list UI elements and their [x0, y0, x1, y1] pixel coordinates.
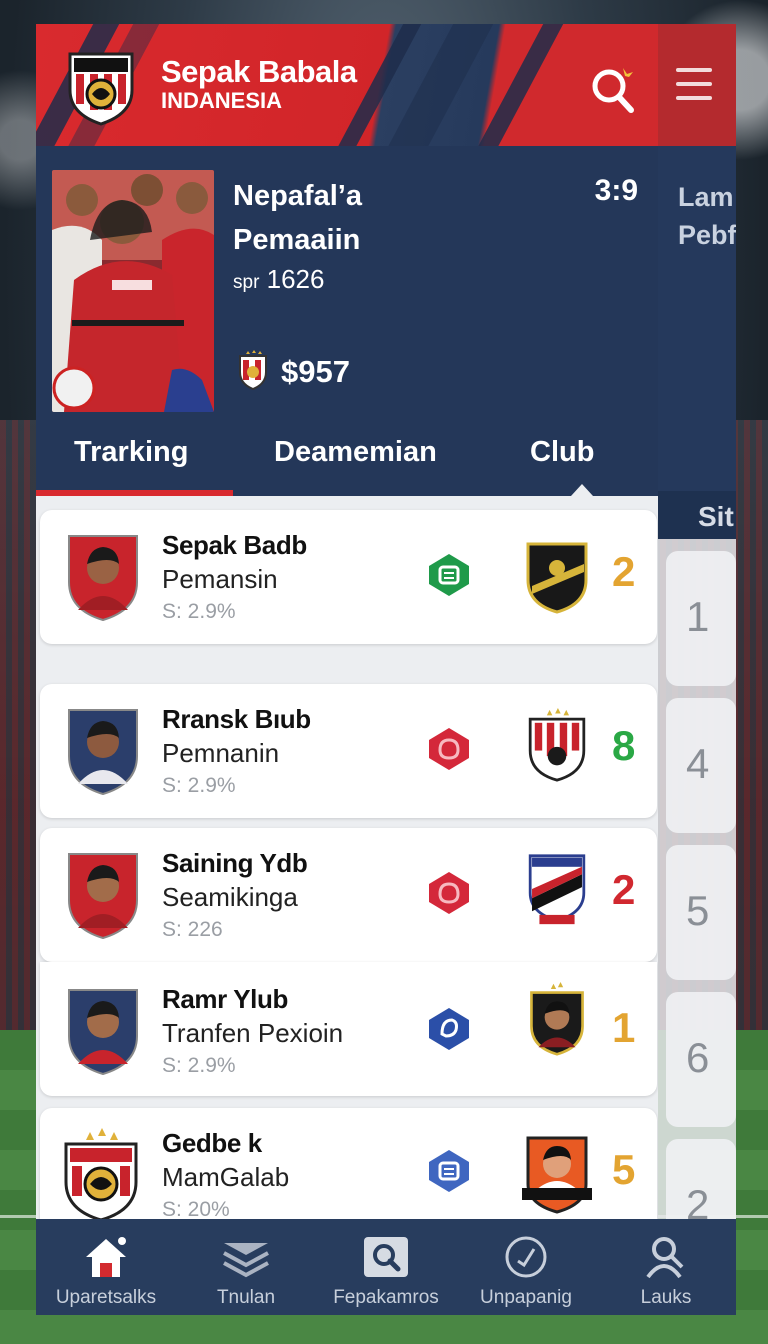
player-stat: S: 226 [162, 918, 223, 941]
tab-sit[interactable]: Sit [658, 491, 736, 539]
player-stat: S: 20% [162, 1198, 230, 1219]
side-row[interactable]: 2 [666, 1139, 736, 1219]
list-item[interactable]: Rransk Bıub Pemnanin S: 2.9% 8 [40, 684, 657, 818]
player-score: 2 [612, 548, 636, 595]
app-window: Sepak Babala INDANESIA Nepafal’a Pemaaii… [36, 24, 658, 1219]
menu-icon[interactable] [676, 68, 712, 110]
status-chip-icon[interactable] [426, 552, 472, 598]
list-item[interactable]: Ramr Ylub Tranfen Pexioin S: 2.9% 1 [40, 962, 657, 1096]
search-icon[interactable] [589, 64, 639, 116]
player-role: Seamikinga [162, 882, 298, 912]
user-icon [646, 1237, 684, 1279]
nav-item-unpapanig[interactable]: Unpapanig [456, 1219, 596, 1315]
player-score: 5 [612, 1146, 636, 1193]
player-role: Pemansin [162, 564, 278, 594]
tab-caret [571, 484, 593, 496]
player-photo [52, 170, 214, 412]
player-avatar [68, 535, 138, 622]
list-item[interactable]: Saining Ydb Seamikinga S: 226 2 [40, 828, 657, 962]
tab-trarking[interactable]: Trarking [74, 436, 188, 469]
club-crest-icon [526, 542, 588, 614]
featured-points: $957 [281, 354, 350, 389]
nav-item-fepakamros[interactable]: Fepakamros [316, 1219, 456, 1315]
home-icon [86, 1237, 126, 1277]
player-name: Saining Ydb [162, 848, 308, 878]
featured-player-name-line1: Nepafal’a [233, 180, 362, 212]
player-stat: S: 2.9% [162, 774, 236, 797]
player-name: Rransk Bıub [162, 704, 311, 734]
brand-subtitle: INDANESIA [161, 88, 283, 113]
club-crest-icon [528, 708, 586, 782]
player-role: Tranfen Pexioin [162, 1018, 344, 1048]
status-chip-icon[interactable] [426, 870, 472, 916]
side-hero-line2: Pebf [678, 220, 736, 250]
nav-label: Tnulan [216, 1287, 276, 1308]
status-chip-icon[interactable] [426, 1006, 472, 1052]
tab-deamemian[interactable]: Deamemian [274, 436, 437, 469]
nav-item-uparetsalks[interactable]: Uparetsalks [36, 1219, 176, 1315]
club-badge-icon [239, 350, 267, 390]
featured-sub-value: 1626 [266, 264, 325, 294]
tab-bar: Trarking Deamemian Club [36, 424, 658, 496]
player-avatar [68, 709, 138, 796]
layers-icon [223, 1243, 269, 1278]
club-logo-icon [68, 52, 134, 126]
nav-label: Fepakamros [333, 1287, 439, 1308]
status-chip-icon[interactable] [426, 726, 472, 772]
nav-label: Lauks [640, 1287, 692, 1308]
brand-title: Sepak Babala [161, 54, 357, 89]
side-hero-line1: Lam [678, 182, 734, 212]
player-score: 8 [612, 722, 636, 769]
player-name: Sepak Badb [162, 530, 307, 560]
list-item[interactable]: Gedbe k MamGalab S: 20% 5 [40, 1108, 657, 1219]
player-avatar [68, 853, 138, 940]
search-icon [364, 1237, 408, 1277]
player-stat: S: 2.9% [162, 600, 236, 623]
featured-score: 3:9 [594, 174, 638, 207]
side-row[interactable]: 4 [666, 698, 736, 833]
side-row[interactable]: 1 [666, 551, 736, 686]
tab-club[interactable]: Club [530, 436, 594, 469]
player-score: 2 [612, 866, 636, 913]
side-panel[interactable]: Lam Pebf Sit 1 4 5 6 2 [658, 24, 736, 1219]
player-name: Ramr Ylub [162, 984, 288, 1014]
club-crest-icon [530, 982, 584, 1056]
app-header: Sepak Babala INDANESIA [36, 24, 658, 146]
bottom-nav: Uparetsalks Tnulan Fepakamros Unpapanig … [36, 1219, 736, 1315]
active-tab-indicator [36, 490, 233, 496]
nav-label: Unpapanig [480, 1287, 572, 1308]
club-crest-icon [528, 854, 586, 925]
player-stat: S: 2.9% [162, 1054, 236, 1077]
nav-label: Uparetsalks [55, 1287, 157, 1308]
clock-icon [505, 1236, 547, 1278]
player-avatar [64, 1128, 138, 1219]
player-avatar [68, 989, 138, 1076]
list-item[interactable]: Sepak Badb Pemansin S: 2.9% 2 [40, 510, 657, 644]
player-name: Gedbe k [162, 1128, 262, 1158]
player-role: MamGalab [162, 1162, 290, 1192]
side-row[interactable]: 6 [666, 992, 736, 1127]
nav-item-lauks[interactable]: Lauks [596, 1219, 736, 1315]
featured-sub-prefix: spr [233, 272, 260, 293]
status-chip-icon[interactable] [426, 1148, 472, 1194]
side-row[interactable]: 5 [666, 845, 736, 980]
nav-item-tnulan[interactable]: Tnulan [176, 1219, 316, 1315]
player-score: 1 [612, 1004, 636, 1051]
featured-player-name-line2: Pemaaiin [233, 224, 361, 256]
player-role: Pemnanin [162, 738, 280, 768]
club-crest-icon [522, 1136, 592, 1214]
